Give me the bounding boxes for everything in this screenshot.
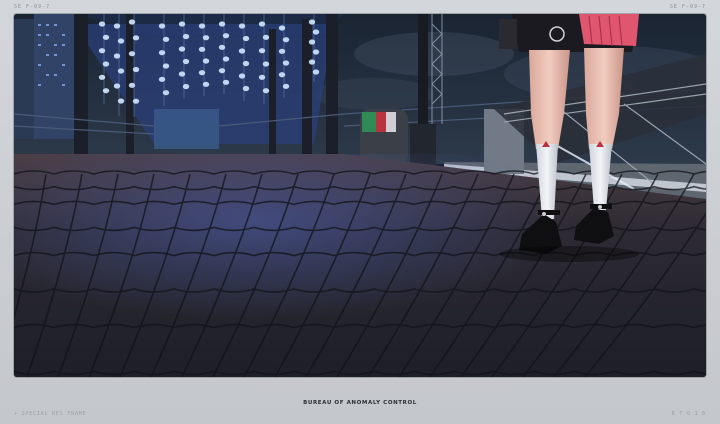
photo-frame: SE F-09-7 SE F-09-7 BUREAU OF ANOMALY CO… bbox=[0, 0, 720, 424]
frame-label-top-right: SE F-09-7 bbox=[669, 4, 706, 10]
city-buildings bbox=[14, 14, 74, 139]
frame-footer-right: R T 0 1 0 bbox=[671, 411, 706, 417]
frame-label-top-left: SE F-09-7 bbox=[14, 4, 51, 10]
frame-footer-left: + SPECIAL RES FRAME bbox=[14, 411, 87, 417]
walkway-end bbox=[154, 109, 219, 149]
scene-image bbox=[14, 14, 706, 377]
frame-caption: BUREAU OF ANOMALY CONTROL bbox=[303, 400, 417, 406]
game-viewport[interactable] bbox=[14, 14, 706, 377]
